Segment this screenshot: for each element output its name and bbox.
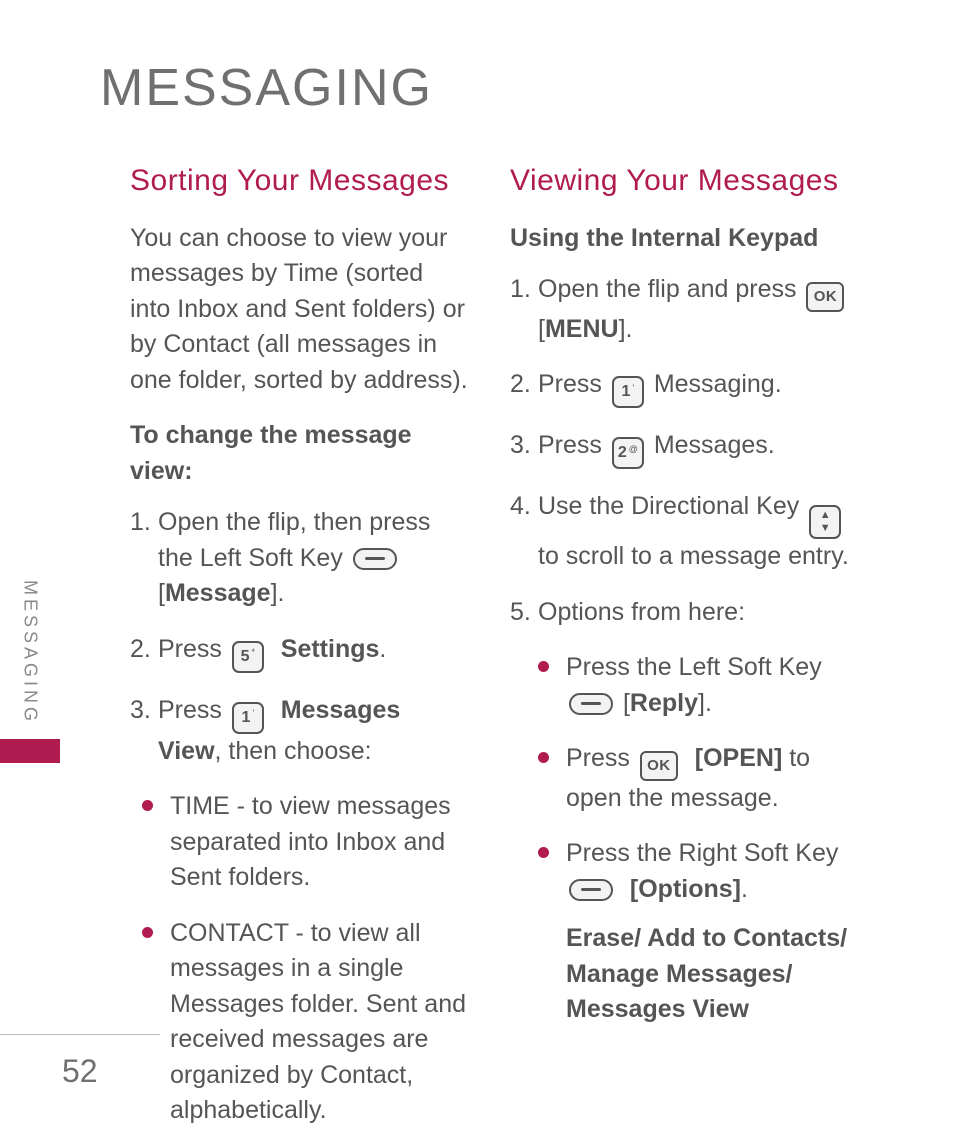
text: to scroll to a message entry. <box>538 542 849 570</box>
left-column: Sorting Your Messages You can choose to … <box>130 160 470 1145</box>
text: Messages. <box>654 431 775 459</box>
left-bullet-2: CONTACT - to view all messages in a sing… <box>130 916 470 1129</box>
text: Erase/ Add to Contacts/ Manage Messages/… <box>566 924 847 1023</box>
key-2-icon: 2@ <box>612 437 644 469</box>
directional-key-icon: ▲▼ <box>809 505 841 539</box>
ok-key-icon: OK <box>640 751 678 781</box>
left-step-2: Press 5* Settings. <box>130 632 470 673</box>
left-bullets: TIME - to view messages separated into I… <box>130 789 470 1129</box>
manual-page: MESSAGING Sorting Your Messages You can … <box>0 0 954 1145</box>
text: [ <box>158 579 165 607</box>
right-option-3: Press the Right Soft Key [Options]. Eras… <box>510 836 850 1028</box>
text: [ <box>623 689 630 717</box>
text: Settings <box>281 635 380 663</box>
text: Options from here: <box>538 598 745 626</box>
side-tab: MESSAGING <box>0 580 60 763</box>
right-step-5: Options from here: <box>510 595 850 631</box>
text: Press the Right Soft Key <box>566 839 838 867</box>
left-steps: Open the flip, then press the Left Soft … <box>130 505 470 769</box>
text: Message <box>165 579 271 607</box>
text: Press <box>158 635 229 663</box>
text: ]. <box>271 579 285 607</box>
left-bullet-1: TIME - to view messages separated into I… <box>130 789 470 896</box>
text: [OPEN] <box>695 744 783 772</box>
left-step-1: Open the flip, then press the Left Soft … <box>130 505 470 612</box>
right-option-2: Press OK [OPEN] to open the message. <box>510 741 850 816</box>
page-title: MESSAGING <box>100 58 896 118</box>
right-step-4: Use the Directional Key ▲▼ to scroll to … <box>510 489 850 575</box>
text: Press <box>158 696 229 724</box>
left-subheading: To change the message view: <box>130 418 470 489</box>
text: [Options] <box>630 875 741 903</box>
right-column: Viewing Your Messages Using the Internal… <box>510 160 850 1145</box>
right-steps: Open the flip and press OK [MENU]. Press… <box>510 272 850 630</box>
text: Press <box>538 370 609 398</box>
text: , then choose: <box>215 737 372 765</box>
text: . <box>741 875 748 903</box>
right-option-1: Press the Left Soft Key [Reply]. <box>510 650 850 721</box>
right-heading: Viewing Your Messages <box>510 160 850 203</box>
key-1-icon: 1' <box>612 376 644 408</box>
side-accent-bar <box>0 739 60 763</box>
right-step-2: Press 1' Messaging. <box>510 367 850 408</box>
ok-key-icon: OK <box>806 282 844 312</box>
text: ]. <box>698 689 712 717</box>
text: MENU <box>545 315 619 343</box>
text: Reply <box>630 689 698 717</box>
right-step-1: Open the flip and press OK [MENU]. <box>510 272 850 347</box>
side-label: MESSAGING <box>20 580 41 725</box>
page-number: 52 <box>62 1053 98 1090</box>
text: [ <box>538 315 545 343</box>
left-step-3: Press 1' Messages View, then choose: <box>130 693 470 770</box>
text: . <box>379 635 386 663</box>
content-columns: Sorting Your Messages You can choose to … <box>130 160 896 1145</box>
right-options: Press the Left Soft Key [Reply]. Press O… <box>510 650 850 1028</box>
text: Use the Directional Key <box>538 492 806 520</box>
text: Open the flip and press <box>538 275 803 303</box>
soft-key-icon <box>569 693 613 715</box>
left-intro: You can choose to view your messages by … <box>130 221 470 399</box>
text: Press the Left Soft Key <box>566 653 822 681</box>
text: Press <box>538 431 609 459</box>
soft-key-icon <box>353 548 397 570</box>
text: Messaging. <box>654 370 782 398</box>
soft-key-icon <box>569 879 613 901</box>
text: Press <box>566 744 637 772</box>
text: ]. <box>619 315 633 343</box>
key-1-icon: 1' <box>232 702 264 734</box>
key-5-icon: 5* <box>232 641 264 673</box>
right-subheading: Using the Internal Keypad <box>510 221 850 257</box>
footer-rule <box>0 1034 160 1035</box>
right-step-3: Press 2@ Messages. <box>510 428 850 469</box>
left-heading: Sorting Your Messages <box>130 160 470 203</box>
